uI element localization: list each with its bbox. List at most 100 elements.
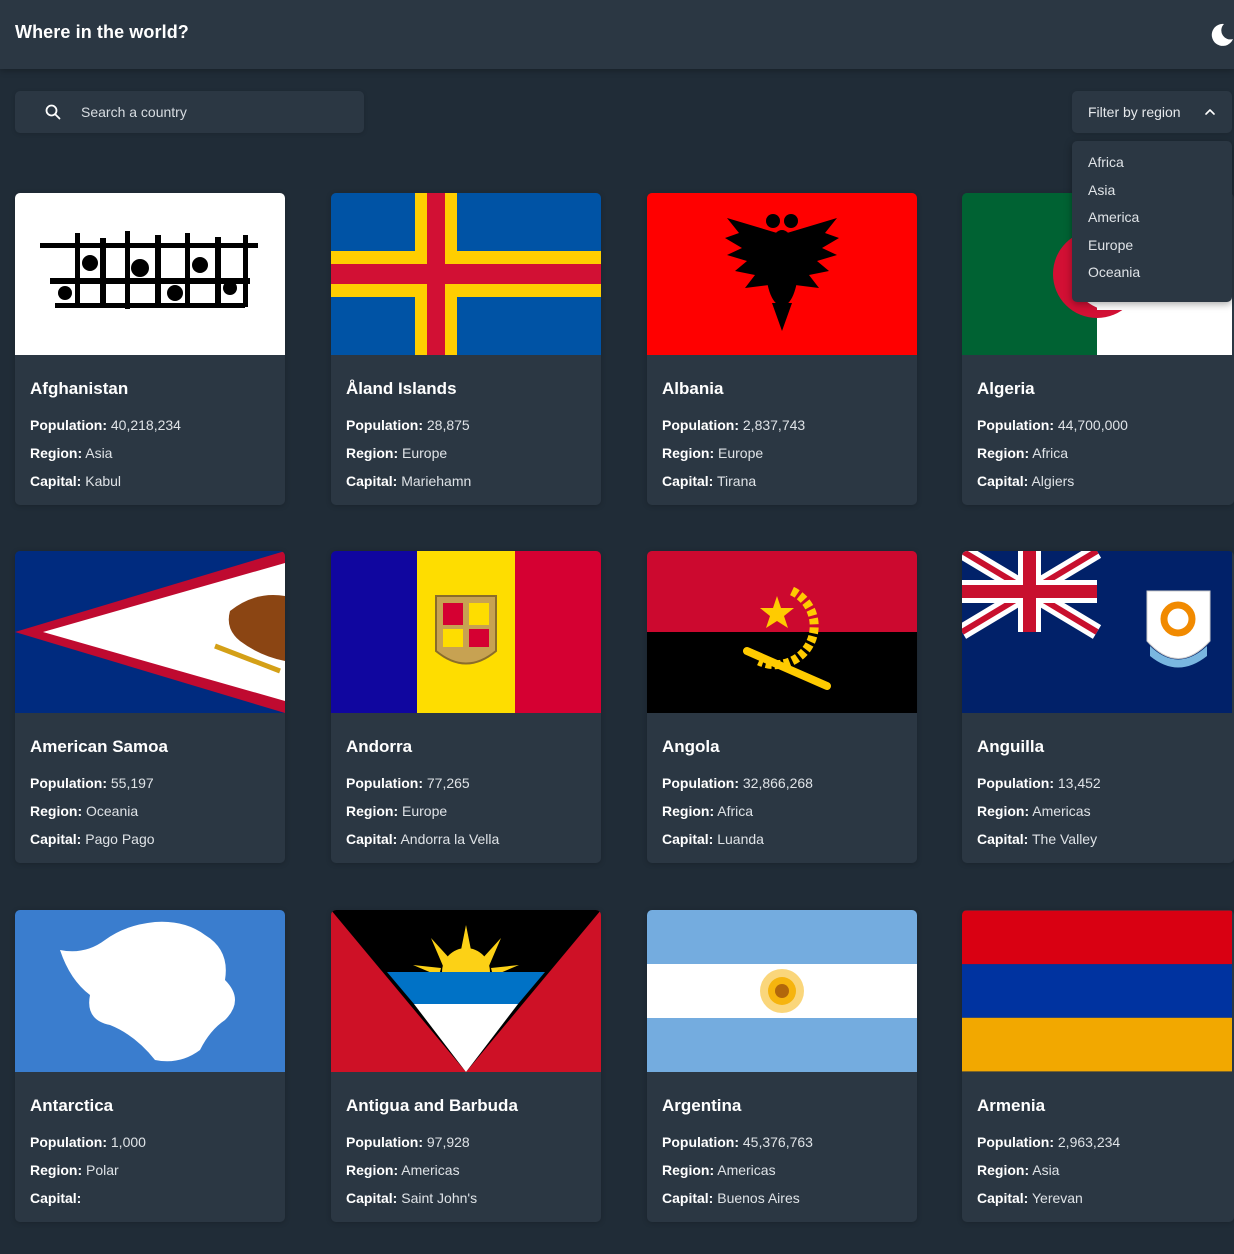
capital-line: Capital: Algiers bbox=[977, 473, 1075, 489]
region-line: Region: Africa bbox=[662, 803, 754, 819]
country-card[interactable]: Antigua and Barbuda Population: 97,928 R… bbox=[331, 910, 601, 1222]
capital-value: Tirana bbox=[716, 473, 757, 489]
population-line: Population: 45,376,763 bbox=[662, 1134, 813, 1150]
region-value: Asia bbox=[1032, 1162, 1060, 1178]
region-line: Region: Americas bbox=[346, 1162, 460, 1178]
country-card[interactable]: Angola Population: 32,866,268 Region: Af… bbox=[647, 551, 917, 863]
region-line: Region: Polar bbox=[30, 1162, 119, 1178]
region-line: Region: Africa bbox=[977, 445, 1069, 461]
capital-value: Algiers bbox=[1031, 473, 1075, 489]
filter-label: Filter by region bbox=[1088, 104, 1181, 120]
flag-image bbox=[331, 910, 601, 1072]
region-line: Region: Asia bbox=[30, 445, 113, 461]
country-name: American Samoa bbox=[30, 737, 168, 756]
capital-line: Capital: Buenos Aires bbox=[662, 1190, 800, 1206]
country-name: Anguilla bbox=[977, 737, 1045, 756]
population-value: 1,000 bbox=[110, 1134, 146, 1150]
capital-value: Buenos Aires bbox=[717, 1190, 800, 1206]
population-line: Population: 97,928 bbox=[346, 1134, 470, 1150]
region-line: Region: Europe bbox=[346, 803, 448, 819]
population-value: 55,197 bbox=[110, 775, 154, 791]
population-line: Population: 55,197 bbox=[30, 775, 154, 791]
region-option-europe[interactable]: Europe bbox=[1088, 237, 1133, 253]
flag-image bbox=[15, 193, 285, 355]
capital-value: The Valley bbox=[1031, 831, 1098, 847]
region-line: Region: Europe bbox=[346, 445, 448, 461]
moon-icon[interactable] bbox=[1208, 22, 1234, 48]
flag-image bbox=[962, 551, 1232, 713]
capital-line: Capital: Tirana bbox=[662, 473, 757, 489]
country-name: Algeria bbox=[977, 379, 1035, 398]
country-name: Åland Islands bbox=[346, 379, 457, 398]
page-title: Where in the world? bbox=[15, 22, 189, 42]
population-value: 28,875 bbox=[426, 417, 470, 433]
region-value: Europe bbox=[402, 803, 448, 819]
region-option-asia[interactable]: Asia bbox=[1088, 182, 1115, 198]
country-name: Afghanistan bbox=[30, 379, 129, 398]
country-card[interactable]: Armenia Population: 2,963,234 Region: As… bbox=[962, 910, 1234, 1222]
region-value: Europe bbox=[718, 445, 764, 461]
capital-value: Luanda bbox=[717, 831, 764, 847]
flag-image bbox=[331, 551, 601, 713]
flag-image bbox=[962, 910, 1232, 1072]
search-box bbox=[15, 91, 364, 133]
capital-line: Capital: Andorra la Vella bbox=[346, 831, 500, 847]
population-value: 77,265 bbox=[426, 775, 470, 791]
country-card[interactable]: Anguilla Population: 13,452 Region: Amer… bbox=[962, 551, 1234, 863]
flag-image bbox=[647, 551, 917, 713]
app-header: Where in the world? bbox=[0, 0, 1234, 69]
capital-value: Mariehamn bbox=[401, 473, 472, 489]
population-line: Population: 44,700,000 bbox=[977, 417, 1128, 433]
country-card[interactable]: Argentina Population: 45,376,763 Region:… bbox=[647, 910, 917, 1222]
population-value: 97,928 bbox=[426, 1134, 470, 1150]
capital-line: Capital: Yerevan bbox=[977, 1190, 1083, 1206]
flag-image bbox=[647, 193, 917, 355]
country-name: Albania bbox=[662, 379, 724, 398]
region-option-africa[interactable]: Africa bbox=[1088, 154, 1124, 170]
chevron-up-icon bbox=[1205, 109, 1215, 115]
capital-value: Andorra la Vella bbox=[400, 831, 500, 847]
capital-value: Saint John's bbox=[401, 1190, 478, 1206]
country-card[interactable]: Antarctica Population: 1,000 Region: Pol… bbox=[15, 910, 285, 1222]
country-card[interactable]: Åland Islands Population: 28,875 Region:… bbox=[331, 193, 601, 505]
population-value: 40,218,234 bbox=[110, 417, 181, 433]
population-line: Population: 2,837,743 bbox=[662, 417, 806, 433]
population-value: 13,452 bbox=[1057, 775, 1101, 791]
flag-image bbox=[331, 193, 601, 355]
search-input[interactable] bbox=[81, 91, 351, 133]
region-value: Americas bbox=[401, 1162, 460, 1178]
country-card[interactable]: Andorra Population: 77,265 Region: Europ… bbox=[331, 551, 601, 863]
country-name: Antarctica bbox=[30, 1096, 114, 1115]
country-card[interactable]: American Samoa Population: 55,197 Region… bbox=[15, 551, 285, 863]
region-value: Oceania bbox=[86, 803, 139, 819]
region-value: Asia bbox=[85, 445, 113, 461]
population-line: Population: 1,000 bbox=[30, 1134, 146, 1150]
country-card[interactable]: Afghanistan Population: 40,218,234 Regio… bbox=[15, 193, 285, 505]
region-filter-dropdown[interactable]: Filter by region bbox=[1072, 91, 1232, 133]
population-line: Population: 32,866,268 bbox=[662, 775, 813, 791]
country-name: Argentina bbox=[662, 1096, 742, 1115]
capital-line: Capital: The Valley bbox=[977, 831, 1098, 847]
region-line: Region: Europe bbox=[662, 445, 764, 461]
capital-value: Kabul bbox=[85, 473, 122, 489]
flag-image bbox=[15, 551, 285, 713]
region-value: Africa bbox=[717, 803, 754, 819]
capital-line: Capital: Saint John's bbox=[346, 1190, 478, 1206]
population-value: 45,376,763 bbox=[742, 1134, 813, 1150]
region-value: Polar bbox=[86, 1162, 119, 1178]
capital-line: Capital: bbox=[30, 1190, 82, 1206]
population-value: 44,700,000 bbox=[1057, 417, 1128, 433]
flag-image bbox=[647, 910, 917, 1072]
flag-image bbox=[15, 910, 285, 1072]
region-value: Americas bbox=[717, 1162, 776, 1178]
country-card[interactable]: Albania Population: 2,837,743 Region: Eu… bbox=[647, 193, 917, 505]
region-value: Europe bbox=[402, 445, 448, 461]
region-line: Region: Americas bbox=[662, 1162, 776, 1178]
region-line: Region: Asia bbox=[977, 1162, 1060, 1178]
region-option-oceania[interactable]: Oceania bbox=[1088, 264, 1140, 280]
country-name: Antigua and Barbuda bbox=[346, 1096, 518, 1115]
region-option-america[interactable]: America bbox=[1088, 209, 1139, 225]
capital-line: Capital: Pago Pago bbox=[30, 831, 155, 847]
country-name: Angola bbox=[662, 737, 720, 756]
population-line: Population: 77,265 bbox=[346, 775, 470, 791]
